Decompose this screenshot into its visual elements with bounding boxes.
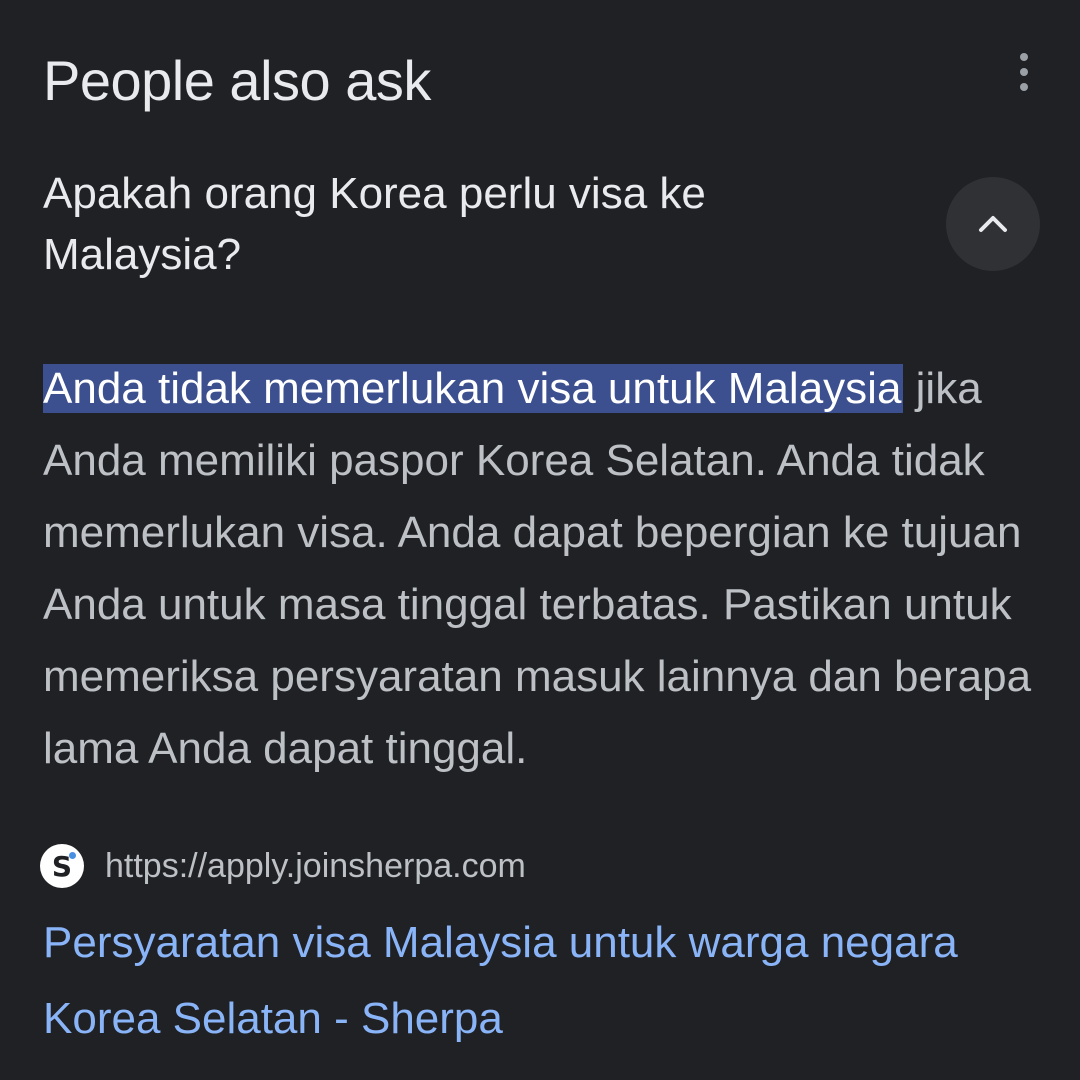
source-row[interactable]: S https://apply.joinsherpa.com [40,842,526,890]
answer-body: jika Anda memiliki paspor Korea Selatan.… [43,364,1032,773]
sherpa-favicon-icon: S [40,844,84,888]
favicon-dot [69,852,76,859]
source-url[interactable]: https://apply.joinsherpa.com [105,847,526,886]
answer-highlight: Anda tidak memerlukan visa untuk Malaysi… [43,364,904,413]
answer-snippet: Anda tidak memerlukan visa untuk Malaysi… [43,353,1043,785]
more-vert-icon-dot-3 [1020,83,1028,91]
section-title: People also ask [43,49,431,112]
question-text[interactable]: Apakah orang Korea perlu visa ke Malaysi… [43,163,893,285]
more-vert-icon [1020,53,1028,61]
collapse-button[interactable] [946,177,1040,271]
more-vert-icon-dot-2 [1020,68,1028,76]
result-title-link[interactable]: Persyaratan visa Malaysia untuk warga ne… [43,905,1053,1057]
chevron-up-icon [979,216,1007,232]
more-options-button[interactable] [1004,52,1044,92]
